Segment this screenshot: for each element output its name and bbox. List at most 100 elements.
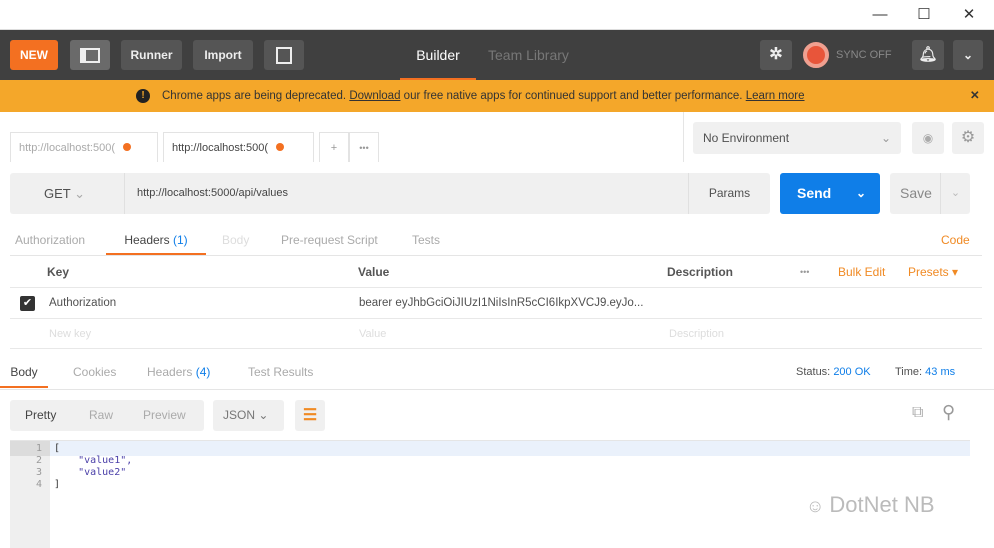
headers-table-header: Key Value Description ••• Bulk Edit Pres… (10, 257, 982, 288)
import-button[interactable]: Import (193, 40, 253, 70)
line-text: "value1", (54, 455, 133, 466)
new-button[interactable]: NEW (10, 40, 58, 70)
chevron-down-icon: ⌄ (962, 48, 974, 62)
line-number: 1 (35, 443, 42, 454)
learn-more-link[interactable]: Learn more (746, 90, 805, 102)
tab-headers[interactable]: Headers (1) (106, 225, 206, 255)
params-button[interactable]: Params (688, 173, 770, 214)
response-tab-cookies[interactable]: Cookies (73, 357, 116, 388)
line-number: 3 (35, 467, 42, 478)
tab-team-library[interactable]: Team Library (488, 30, 569, 80)
wrap-icon: ☰ (302, 407, 318, 424)
minimize-button[interactable]: — (865, 4, 895, 26)
line-text: "value2" (54, 467, 127, 478)
line-number: 2 (35, 455, 42, 466)
new-description-input[interactable]: Description (669, 319, 724, 349)
code-line: 2 "value1", (10, 455, 910, 467)
main-toolbar: NEW Runner Import Builder Team Library ✲… (0, 30, 994, 80)
new-header-row: New key Value Description (10, 319, 982, 349)
line-number: 4 (35, 479, 42, 490)
manage-environments-button[interactable]: ⚙ (952, 122, 984, 154)
gear-icon: ⚙ (960, 129, 976, 146)
wrap-lines-button[interactable]: ☰ (295, 400, 325, 431)
tab-authorization[interactable]: Authorization (15, 225, 85, 255)
response-tab-headers[interactable]: Headers (4) (147, 357, 210, 388)
response-tab-body[interactable]: Body (0, 357, 48, 388)
eye-icon: ◉ (922, 131, 934, 145)
key-column-header: Key (47, 265, 70, 279)
sync-status: SYNC OFF (836, 49, 892, 61)
search-icon: ⚲ (942, 402, 956, 422)
interceptor-button[interactable]: ✲ (760, 40, 792, 70)
value-column-header: Value (358, 265, 390, 279)
sidebar-icon (80, 48, 100, 64)
chevron-down-icon: ⌄ (880, 131, 891, 145)
tab-builder[interactable]: Builder (400, 30, 476, 80)
notifications-button[interactable]: 🔔︎ (912, 40, 944, 70)
response-time: Time: 43 ms (895, 366, 956, 378)
header-key[interactable]: Authorization (49, 288, 116, 319)
preview-button[interactable]: Preview (143, 400, 186, 431)
new-value-input[interactable]: Value (359, 319, 386, 349)
copy-icon: ⧉ (912, 404, 924, 421)
request-tab-active[interactable]: http://localhost:500( (163, 132, 314, 162)
copy-button[interactable]: ⧉ (912, 404, 923, 422)
satellite-icon: ✲ (769, 46, 783, 63)
line-text: ] (54, 479, 61, 490)
chevron-down-icon: ⌄ (856, 186, 867, 200)
tab-tests[interactable]: Tests (412, 225, 440, 255)
more-options-button[interactable]: ••• (800, 257, 809, 288)
code-line: 4] (10, 479, 910, 491)
description-column-header: Description (667, 265, 734, 279)
title-bar: — ☐ ✕ (0, 0, 994, 30)
warning-icon: ! (136, 89, 150, 103)
download-link[interactable]: Download (349, 90, 400, 102)
banner-close-button[interactable]: ✕ (970, 80, 980, 112)
send-button[interactable]: Send ⌄ (780, 173, 880, 214)
view-mode-group: Pretty Raw Preview (10, 400, 204, 431)
new-window-button[interactable] (264, 40, 304, 70)
tab-pre-request-script[interactable]: Pre-request Script (281, 225, 378, 255)
line-text: [ (54, 443, 61, 454)
chevron-down-icon: ⌄ (258, 408, 269, 422)
new-key-input[interactable]: New key (49, 319, 91, 349)
bell-icon: 🔔︎ (918, 46, 938, 63)
request-tab[interactable]: http://localhost:500( (10, 132, 158, 162)
code-link[interactable]: Code (941, 225, 970, 255)
url-input[interactable]: http://localhost:5000/api/values (125, 173, 688, 214)
environment-quick-look-button[interactable]: ◉ (912, 122, 944, 154)
chevron-down-icon: ⌄ (74, 186, 86, 201)
close-window-button[interactable]: ✕ (954, 4, 984, 26)
sync-icon[interactable] (803, 42, 829, 68)
new-window-icon (276, 47, 292, 65)
method-select[interactable]: GET ⌄ (10, 173, 125, 214)
search-button[interactable]: ⚲ (942, 402, 955, 423)
environment-select[interactable]: No Environment ⌄ (693, 122, 901, 154)
header-enabled-checkbox[interactable]: ✔ (20, 296, 35, 311)
wechat-icon: ☺︎ (806, 496, 830, 516)
add-tab-button[interactable]: + (319, 132, 349, 162)
banner-text: Chrome apps are being deprecated. Downlo… (162, 90, 805, 102)
runner-button[interactable]: Runner (121, 40, 182, 70)
save-button[interactable]: Save ⌄ (890, 173, 970, 214)
settings-menu-button[interactable]: ⌄ (953, 40, 983, 70)
tab-body[interactable]: Body (222, 225, 249, 255)
chevron-down-icon: ⌄ (940, 173, 970, 214)
pretty-button[interactable]: Pretty (25, 400, 56, 431)
sidebar-toggle-button[interactable] (70, 40, 110, 70)
header-value[interactable]: bearer eyJhbGciOiJIUzI1NiIsInR5cCI6IkpXV… (359, 288, 643, 319)
tab-more-button[interactable]: ••• (349, 132, 379, 162)
watermark: ☺︎ DotNet NB (806, 492, 935, 517)
request-bar: GET ⌄ http://localhost:5000/api/values P… (10, 173, 770, 214)
response-tab-test-results[interactable]: Test Results (248, 357, 313, 388)
maximize-button[interactable]: ☐ (909, 4, 939, 26)
deprecation-banner: ! Chrome apps are being deprecated. Down… (0, 80, 994, 112)
code-line: 3 "value2" (10, 467, 910, 479)
bulk-edit-link[interactable]: Bulk Edit (838, 257, 885, 288)
code-line: 1[ (10, 443, 910, 455)
format-select[interactable]: JSON ⌄ (213, 400, 284, 431)
response-status: Status: 200 OK (796, 366, 871, 378)
code-lines: 1[2 "value1", 3 "value2" 4] (10, 443, 910, 491)
presets-dropdown[interactable]: Presets ▾ (908, 257, 958, 288)
raw-button[interactable]: Raw (89, 400, 113, 431)
